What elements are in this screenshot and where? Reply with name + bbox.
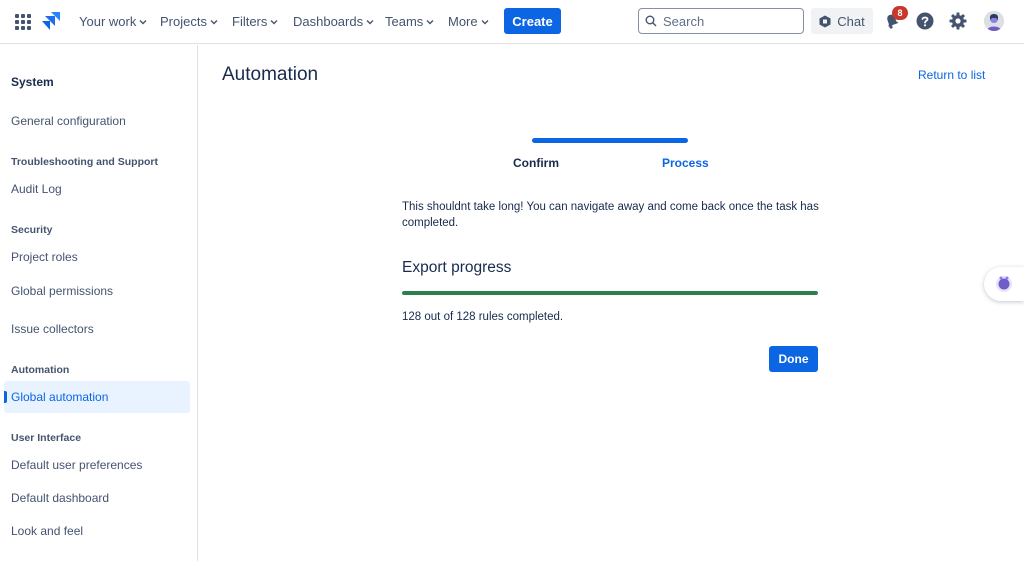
chat-label: Chat [837,13,865,29]
sidebar-item-default-dashboard[interactable]: Default dashboard [4,482,190,514]
chat-button[interactable]: Chat [811,8,873,34]
page-title: Automation [222,64,319,85]
sidebar-item-general-configuration[interactable]: General configuration [4,105,190,137]
sidebar-item-label: Project roles [11,250,78,264]
nav-more[interactable]: More [448,14,489,29]
search-icon [645,15,657,27]
step-progress-bar [532,138,688,143]
export-progress-bar [402,291,818,295]
help-button[interactable] [915,11,935,31]
sidebar-item-default-user-preferences[interactable]: Default user preferences [4,449,190,481]
step-process: Process [662,156,709,170]
sidebar-item-look-and-feel[interactable]: Look and feel [4,515,190,547]
nav-label: More [448,14,478,29]
chevron-down-icon [270,19,278,24]
chevron-down-icon [139,19,147,24]
sidebar-item-label: Default dashboard [11,491,110,505]
ai-assistant-icon [996,276,1012,292]
sidebar-item-issue-collectors[interactable]: Issue collectors [4,313,190,345]
sidebar-item-global-permissions[interactable]: Global permissions [4,275,190,307]
user-avatar[interactable] [984,11,1004,31]
chat-hexagon-icon [819,15,831,27]
settings-button[interactable] [948,11,968,31]
jira-logo-icon[interactable] [42,12,60,32]
gear-icon [949,12,967,30]
sidebar-heading-user-interface: User Interface [11,432,82,444]
sidebar-item-label: Issue collectors [11,322,94,336]
nav-label: Teams [385,14,424,29]
top-navigation: Your work Projects Filters Dashboards Te… [0,0,1024,44]
chevron-down-icon [210,19,218,24]
nav-filters[interactable]: Filters [232,14,278,29]
nav-your-work[interactable]: Your work [79,14,147,29]
export-progress-text: 128 out of 128 rules completed. [402,311,564,323]
sidebar-item-label: Audit Log [11,182,62,196]
sidebar-item-label: Look and feel [11,524,84,538]
task-description: This shouldnt take long! You can navigat… [402,201,819,229]
sidebar-item-audit-log[interactable]: Audit Log [4,173,190,205]
sidebar-item-label: General configuration [11,114,126,128]
sidebar-heading-automation: Automation [11,364,70,376]
notification-count-badge: 8 [892,6,908,20]
sidebar-heading-security: Security [11,224,53,236]
create-button[interactable]: Create [504,8,561,34]
sidebar-title: System [11,75,54,89]
export-progress-title: Export progress [402,259,512,276]
nav-label: Your work [79,14,137,29]
sidebar-item-project-roles[interactable]: Project roles [4,241,190,273]
nav-projects[interactable]: Projects [160,14,218,29]
nav-label: Dashboards [293,14,364,29]
sidebar-item-label: Default user preferences [11,458,143,472]
nav-teams[interactable]: Teams [385,14,434,29]
chevron-down-icon [426,19,434,24]
nav-label: Filters [232,14,268,29]
nav-dashboards[interactable]: Dashboards [293,14,374,29]
help-icon [916,12,934,30]
chevron-down-icon [366,19,374,24]
app-switcher-icon[interactable] [15,14,31,30]
nav-label: Projects [160,14,207,29]
search-input[interactable] [663,13,793,29]
sidebar-item-label: Global permissions [11,284,114,298]
return-to-list-link[interactable]: Return to list [918,68,985,82]
sidebar-item-label: Global automation [11,390,109,404]
step-confirm: Confirm [513,156,559,170]
search-box[interactable] [638,8,804,34]
export-progress-fill [402,291,818,295]
assistant-button[interactable] [984,267,1024,301]
done-button[interactable]: Done [769,346,818,372]
avatar-icon [984,11,1004,31]
sidebar-item-global-automation[interactable]: Global automation [4,381,190,413]
sidebar-heading-troubleshooting: Troubleshooting and Support [11,156,158,168]
chevron-down-icon [481,19,489,24]
